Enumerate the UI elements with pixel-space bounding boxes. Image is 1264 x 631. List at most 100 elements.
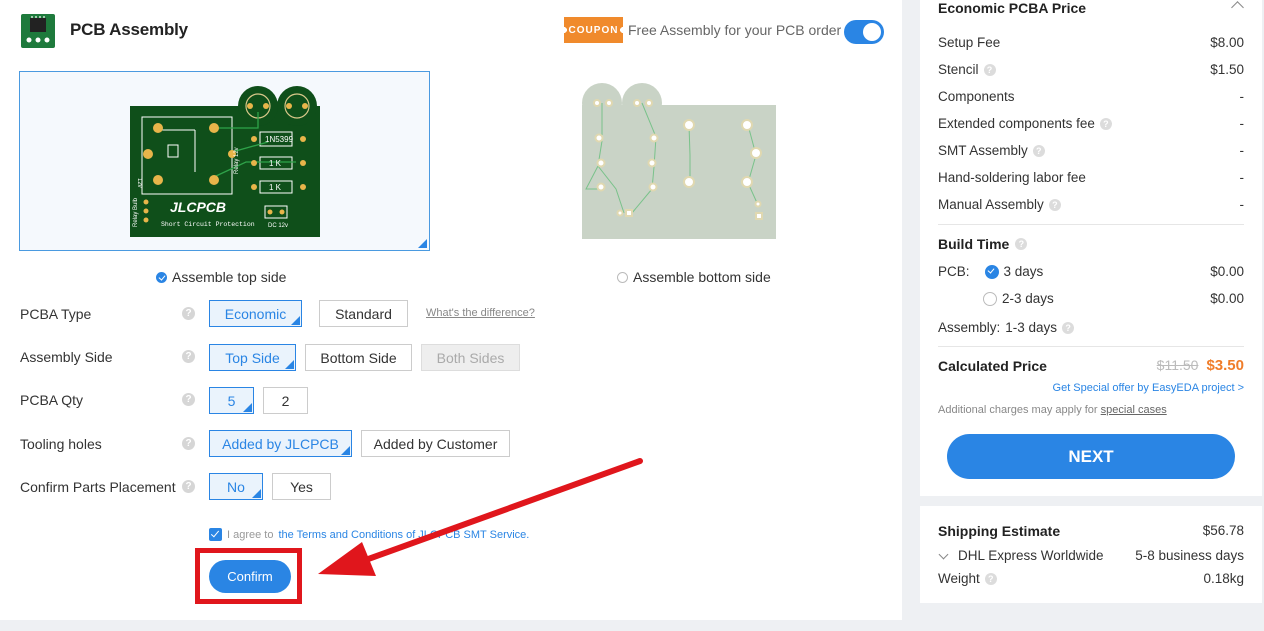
relay-label: Relay 12v <box>234 147 240 174</box>
calculated-price-row: Calculated Price $11.50 $3.50 <box>938 357 1244 374</box>
pcba-type-standard[interactable]: Standard <box>319 300 408 327</box>
shipping-title: Shipping Estimate <box>938 523 1061 539</box>
chevron-down-icon[interactable] <box>938 549 949 559</box>
row-label: Extended components fee <box>938 116 1095 131</box>
dc-label: DC 12v <box>268 223 288 229</box>
bottom-side-preview[interactable] <box>476 71 887 251</box>
row-label: Manual Assembly <box>938 197 1044 212</box>
build-time-heading: Build Time ? <box>938 236 1028 252</box>
next-button[interactable]: NEXT <box>947 434 1235 479</box>
tagline-silk: Short Circuit Protection <box>161 221 255 228</box>
selected-corner-mark <box>418 239 427 248</box>
hand-soldering-row: Hand-soldering labor fee - <box>938 170 1244 185</box>
help-icon[interactable]: ? <box>182 307 195 320</box>
row-label: SMT Assembly <box>938 143 1028 158</box>
row-value: - <box>1239 116 1245 131</box>
weight-value: 0.18kg <box>1203 571 1244 586</box>
red-arrow-annotation <box>318 458 643 576</box>
shipping-panel: Shipping Estimate $56.78 DHL Express Wor… <box>920 506 1262 603</box>
free-assembly-toggle[interactable] <box>844 20 884 44</box>
toggle-knob <box>863 23 881 41</box>
shipping-method-row[interactable]: DHL Express Worldwide 5-8 business days <box>938 548 1244 563</box>
assemble-bottom-label: Assemble bottom side <box>633 269 771 285</box>
build-option-label: 2-3 days <box>1002 291 1054 306</box>
assemble-top-radio[interactable]: Assemble top side <box>156 269 286 285</box>
build-time-title: Build Time <box>938 236 1010 252</box>
row-label: Hand-soldering labor fee <box>938 170 1086 185</box>
help-icon[interactable]: ? <box>1099 117 1112 130</box>
diode-label: 1N5399 <box>265 135 294 144</box>
assembly-side-both[interactable]: Both Sides <box>421 344 520 371</box>
pcb-assembly-section: PCB Assembly COUPON Free Assembly for yo… <box>0 0 902 620</box>
weight-row: Weight? 0.18kg <box>938 571 1244 586</box>
row-label: Setup Fee <box>938 35 1001 50</box>
help-icon[interactable]: ? <box>182 350 195 363</box>
assemble-top-label: Assemble top side <box>172 269 287 285</box>
price-panel: Economic PCBA Price Setup Fee $8.00 Sten… <box>920 0 1262 496</box>
special-offer-link[interactable]: Get Special offer by EasyEDA project > <box>1053 382 1244 394</box>
assembly-value: 1-3 days <box>1005 320 1058 335</box>
radio-checked-icon[interactable] <box>984 264 999 279</box>
jlcpcb-silk-logo: JLCPCB <box>170 199 226 215</box>
resistor1-label: 1 K <box>269 159 282 168</box>
radio-unchecked-icon[interactable] <box>983 291 997 306</box>
calculated-price-label: Calculated Price <box>938 357 1047 374</box>
coupon-text: Free Assembly for your PCB order <box>628 22 842 38</box>
assembly-side-bottom[interactable]: Bottom Side <box>305 344 412 371</box>
radio-unchecked-icon <box>617 271 628 283</box>
agree-checkbox[interactable] <box>209 528 222 541</box>
extended-components-row: Extended components fee? - <box>938 116 1244 131</box>
divider <box>938 224 1244 225</box>
divider <box>938 346 1244 347</box>
confirm-placement-no[interactable]: No <box>209 473 263 500</box>
additional-charges-note: Additional charges may apply for special… <box>938 404 1167 416</box>
help-icon[interactable]: ? <box>182 393 195 406</box>
12v-label: 12v <box>136 178 142 188</box>
smt-assembly-row: SMT Assembly? - <box>938 143 1244 158</box>
help-icon[interactable]: ? <box>182 437 195 450</box>
pcba-qty-5[interactable]: 5 <box>209 387 254 414</box>
tooling-holes-label: Tooling holes <box>20 436 102 452</box>
collapse-chevron-icon[interactable] <box>1231 1 1244 14</box>
help-icon[interactable]: ? <box>1015 238 1028 250</box>
components-row: Components - <box>938 89 1244 104</box>
shipping-method: DHL Express Worldwide <box>958 548 1104 563</box>
assembly-side-top[interactable]: Top Side <box>209 344 296 371</box>
pcba-type-economic[interactable]: Economic <box>209 300 302 327</box>
shipping-header: Shipping Estimate $56.78 <box>938 523 1244 539</box>
manual-assembly-row: Manual Assembly? - <box>938 197 1244 212</box>
row-value: - <box>1239 89 1245 104</box>
help-icon[interactable]: ? <box>1032 144 1045 157</box>
special-cases-link[interactable]: special cases <box>1101 404 1167 416</box>
assembly-label: Assembly: <box>938 320 1001 335</box>
build-option-value: $0.00 <box>1210 264 1244 279</box>
help-icon[interactable]: ? <box>1048 198 1061 211</box>
help-icon[interactable]: ? <box>182 480 195 493</box>
assembly-time-row: Assembly: 1-3 days ? <box>938 320 1244 335</box>
setup-fee-row: Setup Fee $8.00 <box>938 35 1244 50</box>
top-side-preview[interactable]: 1N5399 1 K 1 K DC 12v JLCPCB Short Circu… <box>19 71 430 251</box>
price-panel-title: Economic PCBA Price <box>938 0 1087 16</box>
pcb-chip-icon <box>20 13 56 49</box>
help-icon[interactable]: ? <box>1062 321 1075 334</box>
row-value: $1.50 <box>1210 62 1244 77</box>
pcba-qty-2[interactable]: 2 <box>263 387 308 414</box>
whats-the-difference-link[interactable]: What's the difference? <box>426 307 535 319</box>
coupon-badge: COUPON <box>564 17 623 43</box>
help-icon[interactable]: ? <box>984 572 997 585</box>
pcba-type-label: PCBA Type <box>20 306 92 322</box>
row-value: $8.00 <box>1210 35 1244 50</box>
agree-prefix: I agree to <box>227 528 274 541</box>
assemble-bottom-radio[interactable]: Assemble bottom side <box>617 269 771 285</box>
row-value: - <box>1239 170 1245 185</box>
row-label: Components <box>938 89 1015 104</box>
old-price: $11.50 <box>1156 357 1199 373</box>
confirm-button[interactable]: Confirm <box>209 560 291 593</box>
help-icon[interactable]: ? <box>983 63 996 76</box>
resistor2-label: 1 K <box>269 183 282 192</box>
row-label: Stencil <box>938 62 979 77</box>
pcb-2-3days-row[interactable]: 2-3 days $0.00 <box>983 291 1244 306</box>
pcba-qty-label: PCBA Qty <box>20 392 84 408</box>
pcb-3days-row[interactable]: PCB: 3 days $0.00 <box>938 264 1244 279</box>
weight-label: Weight <box>938 571 980 586</box>
